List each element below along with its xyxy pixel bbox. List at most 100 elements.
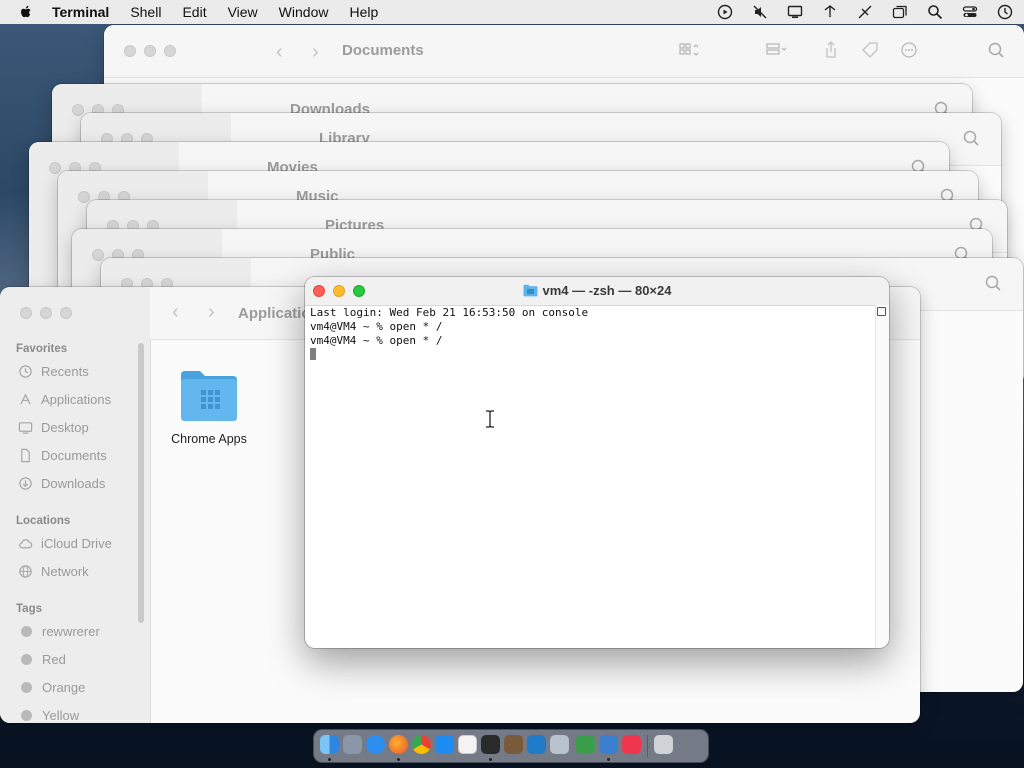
sidebar-item-label: Yellow bbox=[42, 708, 80, 723]
dock-app-store-icon[interactable] bbox=[435, 735, 454, 754]
window-title: Documents bbox=[342, 42, 424, 59]
sidebar-heading-locations: Locations bbox=[16, 515, 71, 527]
menu-app-terminal[interactable]: Terminal bbox=[52, 4, 109, 20]
clock-icon[interactable] bbox=[994, 3, 1016, 21]
sidebar-item-applications[interactable]: Applications bbox=[18, 392, 111, 407]
folder-item-chrome-apps[interactable]: Chrome Apps bbox=[168, 367, 250, 446]
dock-safari-icon[interactable] bbox=[366, 735, 385, 754]
share-icon[interactable] bbox=[820, 41, 842, 59]
search-icon[interactable] bbox=[961, 129, 983, 147]
dock-chrome-icon[interactable] bbox=[412, 735, 431, 754]
dock-trash-icon[interactable] bbox=[654, 735, 673, 754]
dock-script-icon[interactable] bbox=[504, 735, 523, 754]
back-button[interactable]: ‹ bbox=[172, 301, 179, 324]
menu-shell[interactable]: Shell bbox=[130, 4, 161, 20]
bookmark-icon[interactable] bbox=[877, 307, 886, 316]
forward-button[interactable]: › bbox=[312, 41, 319, 64]
download-icon bbox=[18, 476, 33, 491]
wifi-icon[interactable] bbox=[819, 3, 841, 21]
screen-record-icon[interactable] bbox=[714, 3, 736, 21]
display-icon[interactable] bbox=[784, 3, 806, 21]
sidebar-scrollbar[interactable] bbox=[138, 343, 144, 623]
document-icon bbox=[18, 448, 33, 463]
running-indicator bbox=[489, 758, 492, 761]
sidebar-item-recents[interactable]: Recents bbox=[18, 364, 89, 379]
sidebar-heading-favorites: Favorites bbox=[16, 343, 68, 355]
traffic-lights[interactable] bbox=[20, 307, 72, 319]
sidebar-item-label: Network bbox=[41, 564, 89, 579]
dock-numbers-icon[interactable] bbox=[576, 735, 595, 754]
tag-color-dot bbox=[21, 710, 32, 721]
applications-icon bbox=[18, 392, 33, 407]
control-center-icon[interactable] bbox=[959, 3, 981, 21]
tag-color-dot bbox=[21, 626, 32, 637]
mute-icon[interactable] bbox=[749, 3, 771, 21]
dock-launchpad-icon[interactable] bbox=[343, 735, 362, 754]
dock-vscode-icon[interactable] bbox=[527, 735, 546, 754]
terminal-line: Last login: Wed Feb 21 16:53:50 on conso… bbox=[310, 306, 589, 319]
terminal-prompt-line[interactable] bbox=[310, 348, 875, 362]
tag-color-dot bbox=[21, 654, 32, 665]
menu-window[interactable]: Window bbox=[279, 4, 329, 20]
tag-icon[interactable] bbox=[860, 41, 882, 59]
running-indicator bbox=[607, 758, 610, 761]
window-toolbar bbox=[104, 25, 1024, 78]
cloud-icon bbox=[18, 536, 33, 551]
terminal-output[interactable]: Last login: Wed Feb 21 16:53:50 on conso… bbox=[310, 306, 875, 362]
sidebar-heading-tags: Tags bbox=[16, 603, 42, 615]
sidebar-item-label: Desktop bbox=[41, 420, 89, 435]
spotlight-search-icon[interactable] bbox=[924, 3, 946, 21]
sidebar-item-label: iCloud Drive bbox=[41, 536, 112, 551]
folder-label: Chrome Apps bbox=[171, 432, 247, 446]
icon-view-icon[interactable] bbox=[679, 41, 701, 59]
more-actions-icon[interactable] bbox=[900, 41, 922, 59]
menu-edit[interactable]: Edit bbox=[182, 4, 206, 20]
group-icon[interactable] bbox=[766, 41, 788, 59]
no-network-icon[interactable] bbox=[854, 3, 876, 21]
sidebar-item-label: Recents bbox=[41, 364, 89, 379]
sidebar-tag-orange[interactable]: Orange bbox=[18, 680, 85, 695]
dock-finder-icon[interactable] bbox=[320, 735, 339, 754]
menu-help[interactable]: Help bbox=[349, 4, 378, 20]
search-icon[interactable] bbox=[983, 274, 1005, 292]
globe-icon bbox=[18, 564, 33, 579]
sidebar-tag-rewwrerer[interactable]: rewwrerer bbox=[18, 624, 100, 639]
sidebar-tag-red[interactable]: Red bbox=[18, 652, 66, 667]
sidebar-tag-yellow[interactable]: Yellow bbox=[18, 708, 79, 723]
search-icon[interactable] bbox=[986, 41, 1008, 59]
dock bbox=[314, 730, 708, 762]
dock-music-icon[interactable] bbox=[622, 735, 641, 754]
sidebar-item-downloads[interactable]: Downloads bbox=[18, 476, 105, 491]
text-cursor bbox=[310, 348, 316, 360]
terminal-line: vm4@VM4 ~ % open * / bbox=[310, 334, 443, 347]
running-indicator bbox=[397, 758, 400, 761]
window-switcher-icon[interactable] bbox=[889, 3, 911, 21]
menu-view[interactable]: View bbox=[228, 4, 258, 20]
terminal-scrollbar[interactable] bbox=[875, 305, 889, 648]
running-indicator bbox=[328, 758, 331, 761]
sidebar-item-label: Downloads bbox=[41, 476, 106, 491]
dock-firefox-icon[interactable] bbox=[389, 735, 408, 754]
dock-utility-icon[interactable] bbox=[550, 735, 569, 754]
terminal-title-text: vm4 — -zsh — 80×24 bbox=[542, 283, 672, 298]
ibeam-cursor-icon bbox=[486, 410, 494, 428]
dock-textedit-icon[interactable] bbox=[458, 735, 477, 754]
sidebar-item-documents[interactable]: Documents bbox=[18, 448, 107, 463]
back-button[interactable]: ‹ bbox=[276, 41, 283, 64]
traffic-lights[interactable] bbox=[124, 45, 176, 57]
sidebar-item-label: Documents bbox=[41, 448, 107, 463]
dock-separator bbox=[647, 735, 648, 757]
clock-icon bbox=[18, 364, 33, 379]
sidebar-item-label: rewwrerer bbox=[42, 624, 100, 639]
sidebar-item-icloud-drive[interactable]: iCloud Drive bbox=[18, 536, 112, 551]
terminal-window[interactable]: vm4 — -zsh — 80×24 Last login: Wed Feb 2… bbox=[305, 277, 889, 648]
dock-terminal-icon[interactable] bbox=[481, 735, 500, 754]
tag-color-dot bbox=[21, 682, 32, 693]
forward-button[interactable]: › bbox=[208, 301, 215, 324]
apple-menu-icon[interactable] bbox=[18, 4, 34, 20]
sidebar-item-desktop[interactable]: Desktop bbox=[18, 420, 89, 435]
terminal-title: vm4 — -zsh — 80×24 bbox=[305, 283, 889, 298]
sidebar-item-network[interactable]: Network bbox=[18, 564, 89, 579]
dock-preview-icon[interactable] bbox=[599, 735, 618, 754]
sidebar-item-label: Red bbox=[42, 652, 66, 667]
